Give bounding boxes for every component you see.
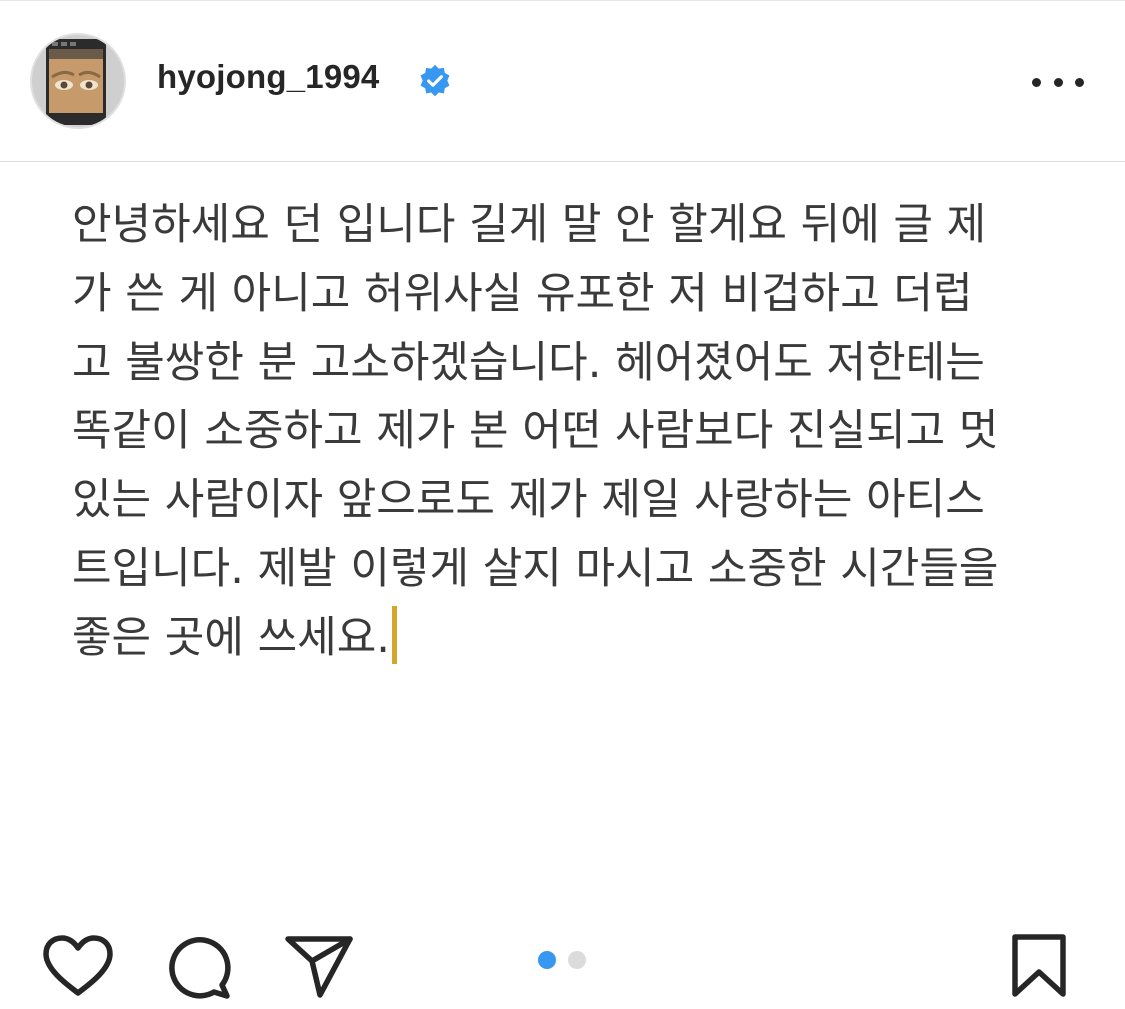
- more-options-button[interactable]: [1028, 62, 1088, 102]
- caption-line: 가 쓴 게 아니고 허위사실 유포한 저 비겁하고 더럽: [72, 268, 973, 319]
- carousel-dot: [568, 951, 586, 969]
- caption-line: 있는 사람이자 앞으로도 제가 제일 사랑하는 아티스: [72, 475, 985, 526]
- post-header: hyojong_1994: [0, 0, 1125, 162]
- carousel-indicator: [538, 951, 586, 969]
- profile-photo: [32, 35, 124, 127]
- more-dot: [1053, 77, 1063, 87]
- verified-badge-icon: [420, 64, 450, 97]
- carousel-dot-active: [538, 951, 556, 969]
- username[interactable]: hyojong_1994: [157, 58, 379, 96]
- caption-line-last: 좋은 곳에 쓰세요.: [72, 604, 1072, 673]
- action-bar: [0, 915, 1125, 1009]
- avatar[interactable]: [30, 33, 126, 129]
- heart-icon[interactable]: [42, 935, 114, 997]
- more-dot: [1075, 77, 1084, 87]
- caption-line: 똑같이 소중하고 제가 본 어떤 사람보다 진실되고 멋: [72, 406, 999, 457]
- comment-icon[interactable]: [164, 933, 234, 1001]
- text-cursor: [391, 605, 397, 664]
- more-horizontal-icon: [1032, 77, 1041, 87]
- send-icon[interactable]: [284, 933, 354, 999]
- post-caption-image-text: 안녕하세요 던 입니다 길게 말 안 할게요 뒤에 글 제 가 쓴 게 아니고 …: [72, 191, 1072, 673]
- post-image[interactable]: 안녕하세요 던 입니다 길게 말 안 할게요 뒤에 글 제 가 쓴 게 아니고 …: [0, 163, 1125, 915]
- caption-line: 좋은 곳에 쓰세요.: [72, 612, 390, 663]
- bookmark-icon[interactable]: [1009, 933, 1069, 999]
- caption-line: 안녕하세요 던 입니다 길게 말 안 할게요 뒤에 글 제: [72, 200, 987, 250]
- caption-line: 고 불쌍한 분 고소하겠습니다. 헤어졌어도 저한테는: [72, 337, 985, 388]
- caption-line: 트입니다. 제발 이렇게 살지 마시고 소중한 시간들을: [72, 543, 999, 594]
